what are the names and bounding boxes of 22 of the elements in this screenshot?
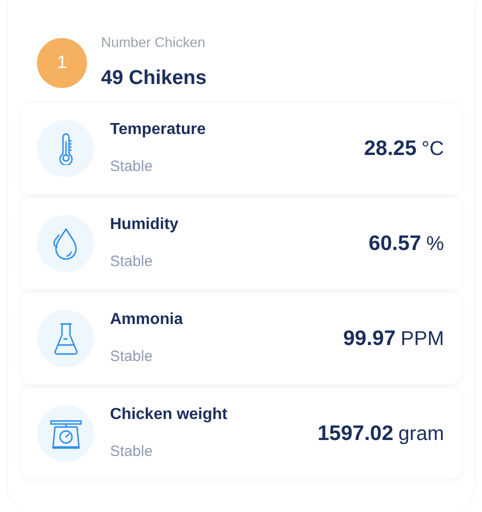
kitchen-scale-icon <box>48 418 82 450</box>
flask-icon <box>52 322 78 356</box>
sensor-status: Stable <box>110 252 154 272</box>
sensor-status: Stable <box>110 442 154 462</box>
sensor-unit: gram <box>398 422 444 446</box>
sensor-unit: % <box>426 232 444 256</box>
sensor-value: 1597.02 <box>318 420 394 447</box>
sensor-status: Stable <box>110 347 154 368</box>
header-label: Number Chicken <box>101 33 206 52</box>
number-badge: 1 <box>37 38 87 88</box>
sensor-unit: °C <box>422 136 444 162</box>
sensor-name: Chicken weight <box>110 405 228 426</box>
header-title: 49 Chikens <box>101 66 207 91</box>
sensor-status: Stable <box>110 157 154 178</box>
thermometer-icon <box>58 132 74 164</box>
sensor-name: Humidity <box>110 215 180 236</box>
sensor-name: Ammonia <box>110 310 184 330</box>
sensor-unit: PPM <box>400 326 444 352</box>
sensor-value: 99.97 <box>343 326 396 352</box>
sensor-value: 60.57 <box>368 230 422 257</box>
sensor-name: Temperature <box>110 120 207 140</box>
sensor-value: 28.25 <box>364 136 417 162</box>
